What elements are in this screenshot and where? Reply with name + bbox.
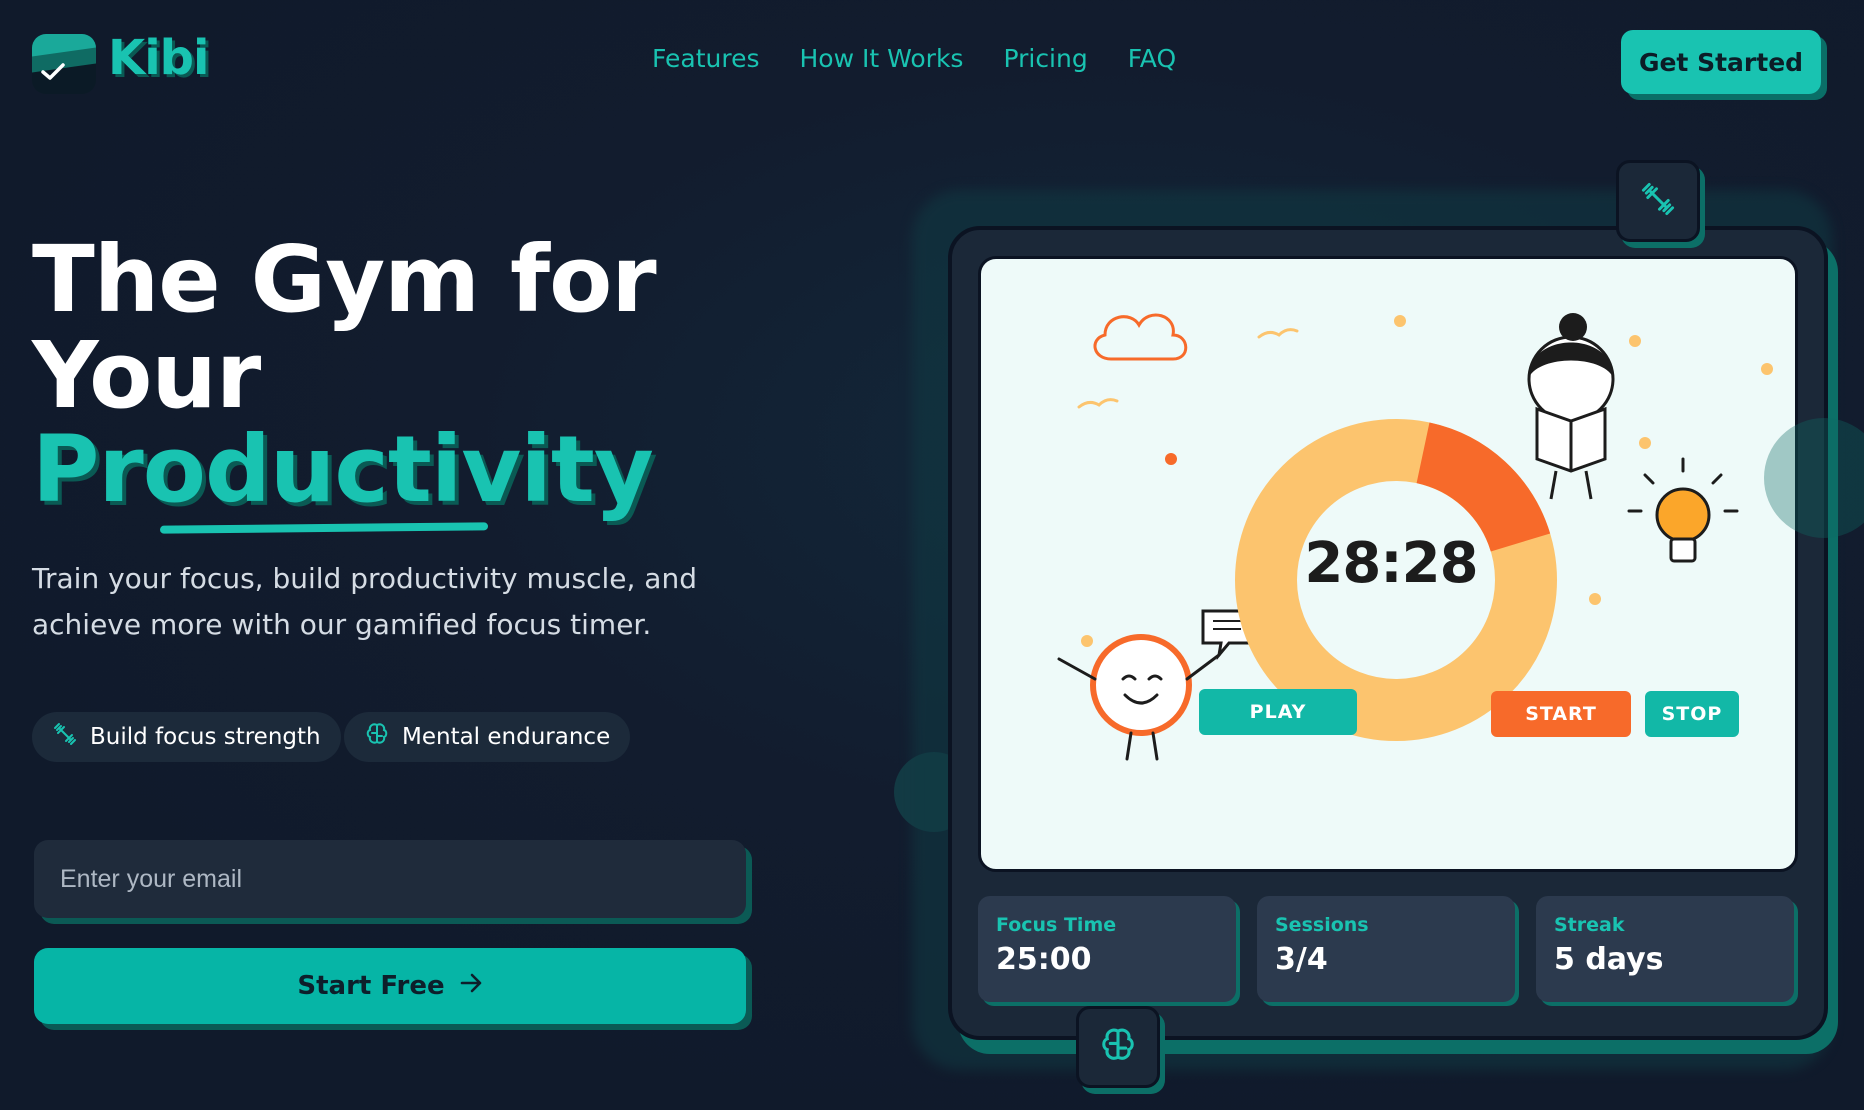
hero-title-highlight: Productivity: [32, 416, 654, 523]
arrow-right-icon: [459, 971, 483, 1001]
stat-card-sessions: Sessions 3/4: [1257, 896, 1515, 1002]
start-button[interactable]: START: [1491, 691, 1631, 737]
stat-value: 5 days: [1554, 942, 1664, 977]
stop-button[interactable]: STOP: [1645, 691, 1739, 737]
title-underline: [159, 522, 489, 534]
logo-icon[interactable]: [32, 34, 96, 94]
app-preview-screen: 28:28 PLAY START STOP: [978, 256, 1798, 872]
feature-pill-mental-endurance: Mental endurance: [344, 712, 631, 762]
dumbbell-icon: [1639, 180, 1677, 222]
nav-link-pricing[interactable]: Pricing: [1003, 44, 1087, 73]
start-free-label: Start Free: [297, 971, 445, 1001]
stat-card-focus-time: Focus Time 25:00: [978, 896, 1236, 1002]
dumbbell-icon: [52, 721, 78, 753]
stat-value: 3/4: [1275, 942, 1328, 977]
brand-name[interactable]: Kibi: [108, 30, 209, 86]
timer-display: 28:28: [1304, 531, 1478, 596]
main-nav: Features How It Works Pricing FAQ: [652, 44, 1176, 73]
pill-label: Build focus strength: [90, 724, 321, 750]
stat-value: 25:00: [996, 942, 1092, 977]
get-started-button[interactable]: Get Started: [1621, 30, 1821, 94]
brain-icon: [1098, 1025, 1138, 1069]
floating-badge-dumbbell: [1616, 160, 1700, 242]
hero-title-line2: Your: [32, 322, 261, 429]
pill-label: Mental endurance: [402, 724, 611, 750]
hero-title-line1: The Gym for: [32, 226, 657, 333]
nav-link-how-it-works[interactable]: How It Works: [800, 44, 964, 73]
nav-link-features[interactable]: Features: [652, 44, 760, 73]
stat-label: Streak: [1554, 914, 1625, 936]
floating-badge-brain: [1076, 1006, 1160, 1088]
feature-pill-focus-strength: Build focus strength: [32, 712, 341, 762]
start-free-button[interactable]: Start Free: [34, 948, 746, 1024]
play-button[interactable]: PLAY: [1199, 689, 1357, 735]
nav-link-faq[interactable]: FAQ: [1128, 44, 1176, 73]
hero-subtitle: Train your focus, build productivity mus…: [32, 562, 697, 641]
stat-label: Focus Time: [996, 914, 1117, 936]
stat-card-streak: Streak 5 days: [1536, 896, 1794, 1002]
email-input[interactable]: [34, 840, 746, 918]
stat-label: Sessions: [1275, 914, 1369, 936]
brain-icon: [364, 721, 390, 753]
